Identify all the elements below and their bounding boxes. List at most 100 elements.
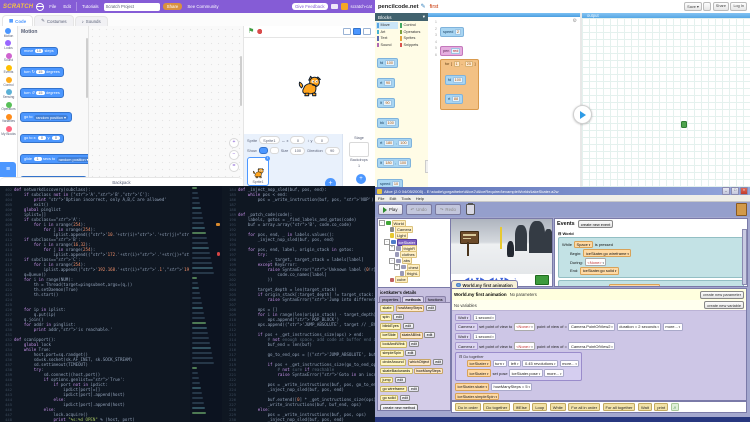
pencilcode-code-editor[interactable]: ⚙ 123456 speed 2 pen red for[1.. 25] fd 100 rt 88 bbox=[428, 13, 580, 187]
add-sprite-button[interactable]: + bbox=[325, 178, 336, 186]
login-button[interactable]: Log In bbox=[730, 2, 747, 11]
statement-row[interactable]: Cameraset point of view to<None>point of… bbox=[455, 323, 743, 331]
zoom-in-button[interactable]: + bbox=[229, 138, 239, 148]
sidebar-category-events[interactable]: Events bbox=[4, 64, 13, 75]
zoom-out-button[interactable]: − bbox=[229, 150, 239, 160]
palette-block-fd[interactable]: fd 100 bbox=[377, 58, 399, 68]
palette-block-bk[interactable]: bk 100 bbox=[377, 118, 399, 129]
sprite-info-badge[interactable]: i bbox=[265, 156, 270, 161]
control-tile-Foralltogether[interactable]: For all together bbox=[602, 403, 636, 411]
edit-button[interactable]: edit bbox=[399, 395, 411, 402]
give-feedback-button[interactable]: Give Feedback bbox=[291, 3, 328, 10]
statement-row[interactable]: iceSkaterturnleft0.45 revolutionsmore... bbox=[467, 359, 580, 368]
print-button[interactable] bbox=[703, 2, 712, 11]
statement-row[interactable]: iceSkaterset poseiceSkater.posemore... bbox=[467, 369, 579, 378]
menu-help[interactable]: Help bbox=[416, 196, 424, 201]
block-dropdown[interactable]: random position ▾ bbox=[33, 114, 68, 120]
loop-end-arg[interactable]: 25 bbox=[464, 60, 473, 67]
block-arg[interactable]: 100 bbox=[385, 120, 396, 127]
tab-code[interactable]: ▦ Code bbox=[2, 15, 34, 26]
scratch-motion-block[interactable]: go to x: 0 y: 0 bbox=[20, 133, 64, 143]
scratch-motion-block[interactable]: turn ↺ 15 degrees bbox=[20, 87, 64, 98]
play-button[interactable]: Play bbox=[378, 204, 403, 215]
redo-button[interactable]: ↷ Redo bbox=[434, 204, 461, 215]
menu-tutorials[interactable]: Tutorials bbox=[80, 4, 101, 9]
key-chip[interactable]: Space bbox=[574, 240, 593, 249]
method-tile[interactable]: iceSlide bbox=[380, 331, 399, 339]
sidebar-category-looks[interactable]: Looks bbox=[4, 40, 13, 50]
code-left[interactable]: def networkdiscovery(subclass): if subcl… bbox=[14, 187, 189, 422]
pencilcode-logo[interactable]: pencilcode.net bbox=[378, 4, 419, 10]
stop-icon[interactable] bbox=[257, 29, 263, 34]
control-tile-print[interactable]: print bbox=[654, 403, 669, 411]
menu-file[interactable]: File bbox=[47, 4, 58, 9]
statement-chip[interactable]: 0.45 revolutions bbox=[522, 359, 559, 368]
code-block-rt[interactable]: rt 88 bbox=[445, 94, 464, 105]
code-right[interactable]: def _inject_nop_sled(buf, pos, end): whi… bbox=[238, 187, 375, 422]
control-tile-[interactable]: // bbox=[670, 403, 679, 411]
method-tile[interactable]: simpleSpin bbox=[380, 349, 404, 357]
language-globe-icon[interactable] bbox=[36, 2, 45, 11]
block-arg[interactable]: 100 bbox=[397, 160, 409, 167]
tab-sounds[interactable]: ♪ Sounds bbox=[74, 16, 108, 26]
code-block-pen[interactable]: pen red bbox=[440, 46, 464, 57]
direction-input[interactable]: 90 bbox=[324, 146, 340, 155]
statement-chip[interactable]: more... bbox=[544, 369, 565, 378]
stage[interactable] bbox=[244, 38, 375, 134]
trash-icon[interactable] bbox=[465, 203, 475, 215]
block-arg[interactable]: 90 bbox=[383, 80, 393, 87]
block-arg[interactable]: 10 bbox=[391, 180, 401, 187]
block-arg[interactable]: 180 bbox=[383, 160, 394, 167]
y-input[interactable]: 0 bbox=[314, 136, 330, 144]
edit-button[interactable]: edit bbox=[424, 332, 435, 339]
events-scrollbar[interactable] bbox=[741, 229, 747, 285]
menu-edit[interactable]: Edit bbox=[389, 196, 396, 201]
edit-button[interactable]: edit bbox=[425, 305, 437, 312]
scratch-motion-block[interactable]: turn ↻ 15 degrees bbox=[20, 66, 64, 77]
clipboard-icon[interactable] bbox=[736, 203, 747, 216]
block-value-input[interactable]: 15 bbox=[36, 69, 45, 74]
for-loop-block[interactable]: for[1.. 25] fd 100 rt 88 bbox=[440, 58, 479, 110]
minimize-button[interactable]: _ bbox=[722, 187, 730, 195]
statement-chip[interactable]: iceSkater.skate bbox=[455, 383, 490, 391]
palette-scrollbar[interactable] bbox=[86, 38, 88, 98]
sidebar-category-operators[interactable]: Operators bbox=[1, 101, 16, 112]
palette-block-rt[interactable]: rt 90 bbox=[377, 78, 396, 89]
size-input[interactable]: 100 bbox=[290, 146, 306, 155]
method-param[interactable]: howManySteps bbox=[395, 305, 425, 312]
create-new-parameter-button[interactable]: create new parameter bbox=[700, 290, 744, 299]
when-action-chip[interactable]: World.my first animation bbox=[609, 284, 660, 286]
sidebar-category-my-blocks[interactable]: My Blocks bbox=[1, 126, 16, 136]
statement-row[interactable]: iceSkater.simpleSpin bbox=[455, 392, 743, 400]
statement-chip[interactable]: <None> bbox=[513, 342, 536, 350]
sprite-name-input[interactable]: Sprite1 bbox=[259, 136, 280, 144]
method-tile[interactable]: spin bbox=[380, 313, 392, 321]
statement-row[interactable]: Cameraset point of view to<None>point of… bbox=[455, 342, 743, 350]
tree-expander[interactable]: + bbox=[394, 264, 400, 271]
avatar[interactable] bbox=[340, 3, 348, 10]
edit-button[interactable]: edit bbox=[394, 377, 406, 384]
tree-item-cube[interactable]: cube bbox=[384, 276, 450, 284]
scripts-workspace[interactable]: + − = bbox=[89, 26, 243, 177]
method-tile[interactable]: go wireframe bbox=[380, 385, 407, 393]
scratch-logo[interactable]: SCRATCH bbox=[3, 4, 33, 10]
camera-mode-button[interactable] bbox=[535, 275, 549, 285]
editor-pane-left[interactable]: 402 403 404 405 406 407 408 409 410 411 412 413 414 4… bbox=[0, 187, 189, 422]
statement-chip[interactable]: left bbox=[508, 359, 521, 368]
method-tile[interactable]: jump bbox=[380, 376, 394, 384]
save-button[interactable]: Save ▾ bbox=[684, 2, 702, 11]
statement-chip[interactable]: duration = 2 seconds bbox=[616, 323, 662, 331]
block-arg[interactable]: 90 bbox=[383, 100, 392, 107]
sprite-thumbnail[interactable]: i Sprite1 bbox=[247, 156, 270, 186]
create-new-variable-button[interactable]: create new variable bbox=[704, 301, 744, 309]
while-event-block[interactable]: While Space is pressed Begin: iceSkater.… bbox=[558, 237, 744, 279]
normal-stage-icon[interactable] bbox=[353, 28, 361, 35]
code-block-fd[interactable]: fd 100 bbox=[445, 74, 467, 85]
sidebar-category-variables[interactable]: Variables bbox=[2, 113, 15, 124]
statement-chip[interactable]: iceSkater bbox=[467, 359, 492, 368]
block-value-input[interactable]: 10 bbox=[34, 49, 44, 53]
statement-chip[interactable]: iceSkater.pose bbox=[509, 369, 543, 378]
create-new-event-button[interactable]: create new event bbox=[577, 220, 614, 228]
statement-chip[interactable]: more... bbox=[559, 359, 580, 368]
share-button[interactable]: Share bbox=[712, 2, 729, 11]
